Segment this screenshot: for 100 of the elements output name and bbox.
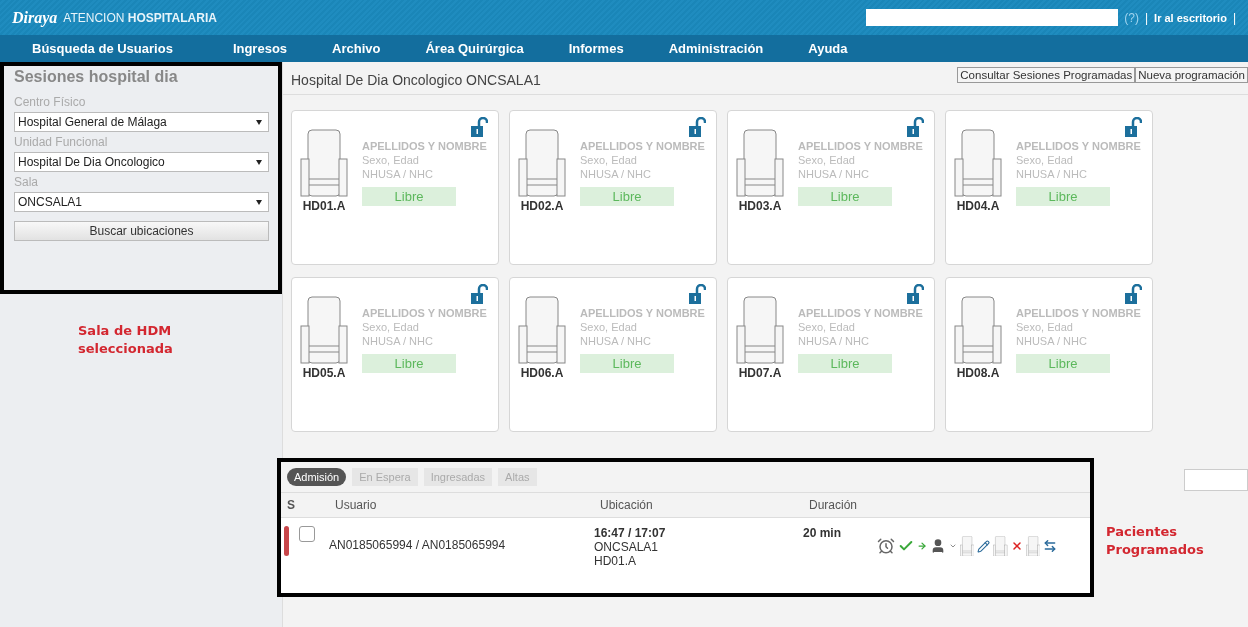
nav-item[interactable]: Ayuda [808,41,848,56]
column-header: S [287,498,295,512]
toolbar-button[interactable]: Nueva programación [1135,67,1248,83]
unlocked-padlock-icon[interactable] [906,284,924,304]
sex-age-placeholder: Sexo, Edad [362,153,420,167]
patient-name-placeholder: APELLIDOS Y NOMBRE [362,306,487,320]
caret-icon [256,199,262,205]
user-icon[interactable] [930,538,946,554]
bed-code: HD03.A [738,199,782,213]
id-placeholder: NHUSA / NHC [362,334,434,348]
select-field[interactable]: Hospital De Dia Oncologico [14,152,269,172]
bed-card[interactable]: HD03.A APELLIDOS Y NOMBRE Sexo, Edad NHUSA / NHC Libre [727,110,935,265]
pencil-icon[interactable] [977,539,991,553]
nav-item[interactable]: Búsqueda de Usuarios [32,41,173,56]
separator: | [1232,10,1236,25]
unlocked-padlock-icon[interactable] [470,117,488,137]
panel-title: Sesiones hospital dia [14,68,179,86]
field-label: Sala [14,175,40,189]
patient-name-placeholder: APELLIDOS Y NOMBRE [580,306,705,320]
separator: | [1145,10,1149,25]
nav-item[interactable]: Informes [568,41,624,56]
status-label: Libre [1016,187,1110,206]
status-label: Libre [362,187,456,206]
caret-icon[interactable] [949,542,957,550]
tab[interactable]: Admisión [287,468,347,486]
bed-code: HD01.A [302,199,346,213]
page-title: Hospital De Dia Oncologico ONCSALA1 [291,72,541,88]
id-placeholder: NHUSA / NHC [1016,167,1088,181]
status-label: Libre [798,354,892,373]
chair-icon [736,296,784,364]
nav-item[interactable]: Archivo [332,41,381,56]
bed-card[interactable]: HD02.A APELLIDOS Y NOMBRE Sexo, Edad NHUSA / NHC Libre [509,110,717,265]
checkbox[interactable] [299,526,315,542]
column-header: Duración [809,498,858,512]
bed-code: HD02.A [520,199,564,213]
arrow-right-icon[interactable] [917,541,927,551]
status-label: Libre [580,354,674,373]
sex-age-placeholder: Sexo, Edad [1016,153,1074,167]
nav-item[interactable]: Ingresos [232,41,288,56]
search-button[interactable]: Buscar ubicaciones [14,221,269,241]
unlocked-padlock-icon[interactable] [470,284,488,304]
sex-age-placeholder: Sexo, Edad [798,153,856,167]
id-placeholder: NHUSA / NHC [580,167,652,181]
chair-icon [1025,535,1041,557]
unlocked-padlock-icon[interactable] [688,284,706,304]
select-field[interactable]: Hospital General de Málaga [14,112,269,132]
caret-icon [256,119,262,125]
bed-card[interactable]: HD01.A APELLIDOS Y NOMBRE Sexo, Edad NHUSA / NHC Libre [291,110,499,265]
desktop-link[interactable]: Ir al escritorio [1154,11,1227,24]
bed-card[interactable]: HD08.A APELLIDOS Y NOMBRE Sexo, Edad NHUSA / NHC Libre [945,277,1153,432]
status-label: Libre [1016,354,1110,373]
sex-age-placeholder: Sexo, Edad [362,320,420,334]
bed-card[interactable]: HD04.A APELLIDOS Y NOMBRE Sexo, Edad NHUSA / NHC Libre [945,110,1153,265]
chair-icon [518,129,566,197]
patient-ids: AN0185065994 / AN0185065994 [329,538,507,552]
caret-icon [256,159,262,165]
chair-icon [300,296,348,364]
chair-icon [736,129,784,197]
swap-arrows-icon[interactable] [1043,539,1058,553]
sex-age-placeholder: Sexo, Edad [580,320,638,334]
unlocked-padlock-icon[interactable] [1124,284,1142,304]
patient-name-placeholder: APELLIDOS Y NOMBRE [362,139,487,153]
patient-name-placeholder: APELLIDOS Y NOMBRE [798,139,923,153]
patient-name-placeholder: APELLIDOS Y NOMBRE [1016,139,1141,153]
chair-icon [993,535,1008,557]
chair-icon [960,535,975,557]
select-field[interactable]: ONCSALA1 [14,192,269,212]
unlocked-padlock-icon[interactable] [906,117,924,137]
bed-card[interactable]: HD06.A APELLIDOS Y NOMBRE Sexo, Edad NHUSA / NHC Libre [509,277,717,432]
column-header: Usuario [335,498,377,512]
bed-code: HD06.A [520,366,564,380]
patient-name-placeholder: APELLIDOS Y NOMBRE [580,139,705,153]
nav-item[interactable]: Área Quirúrgica [425,41,524,56]
time-range: 16:47 / 17:07 [594,526,667,540]
chair-icon [954,129,1002,197]
status-label: Libre [362,354,456,373]
patient-name-placeholder: APELLIDOS Y NOMBRE [1016,306,1141,320]
annotation-text: Sala de HDM seleccionada [78,322,174,358]
bed-card[interactable]: HD07.A APELLIDOS Y NOMBRE Sexo, Edad NHUSA / NHC Libre [727,277,935,432]
unlocked-padlock-icon[interactable] [688,117,706,137]
sex-age-placeholder: Sexo, Edad [798,320,856,334]
alarm-clock-icon[interactable] [877,537,895,555]
patient-name-placeholder: APELLIDOS Y NOMBRE [798,306,923,320]
id-placeholder: NHUSA / NHC [798,334,870,348]
bed-code: HD07.A [738,366,782,380]
app-title: ATENCION HOSPITALARIA [63,10,217,25]
bed-card[interactable]: HD05.A APELLIDOS Y NOMBRE Sexo, Edad NHUSA / NHC Libre [291,277,499,432]
search-field[interactable] [1184,469,1248,491]
id-placeholder: NHUSA / NHC [580,334,652,348]
sex-age-placeholder: Sexo, Edad [1016,320,1074,334]
unlocked-padlock-icon[interactable] [1124,117,1142,137]
id-placeholder: NHUSA / NHC [362,167,434,181]
field-label: Centro Físico [14,95,87,109]
bed-code: HD01.A [594,554,638,568]
logo: Diraya [12,8,58,27]
field-label: Unidad Funcional [14,135,109,149]
close-icon[interactable] [1010,540,1023,552]
room-name: ONCSALA1 [594,540,660,554]
nav-item[interactable]: Administración [668,41,764,56]
toolbar-button[interactable]: Consultar Sesiones Programadas [957,67,1136,83]
